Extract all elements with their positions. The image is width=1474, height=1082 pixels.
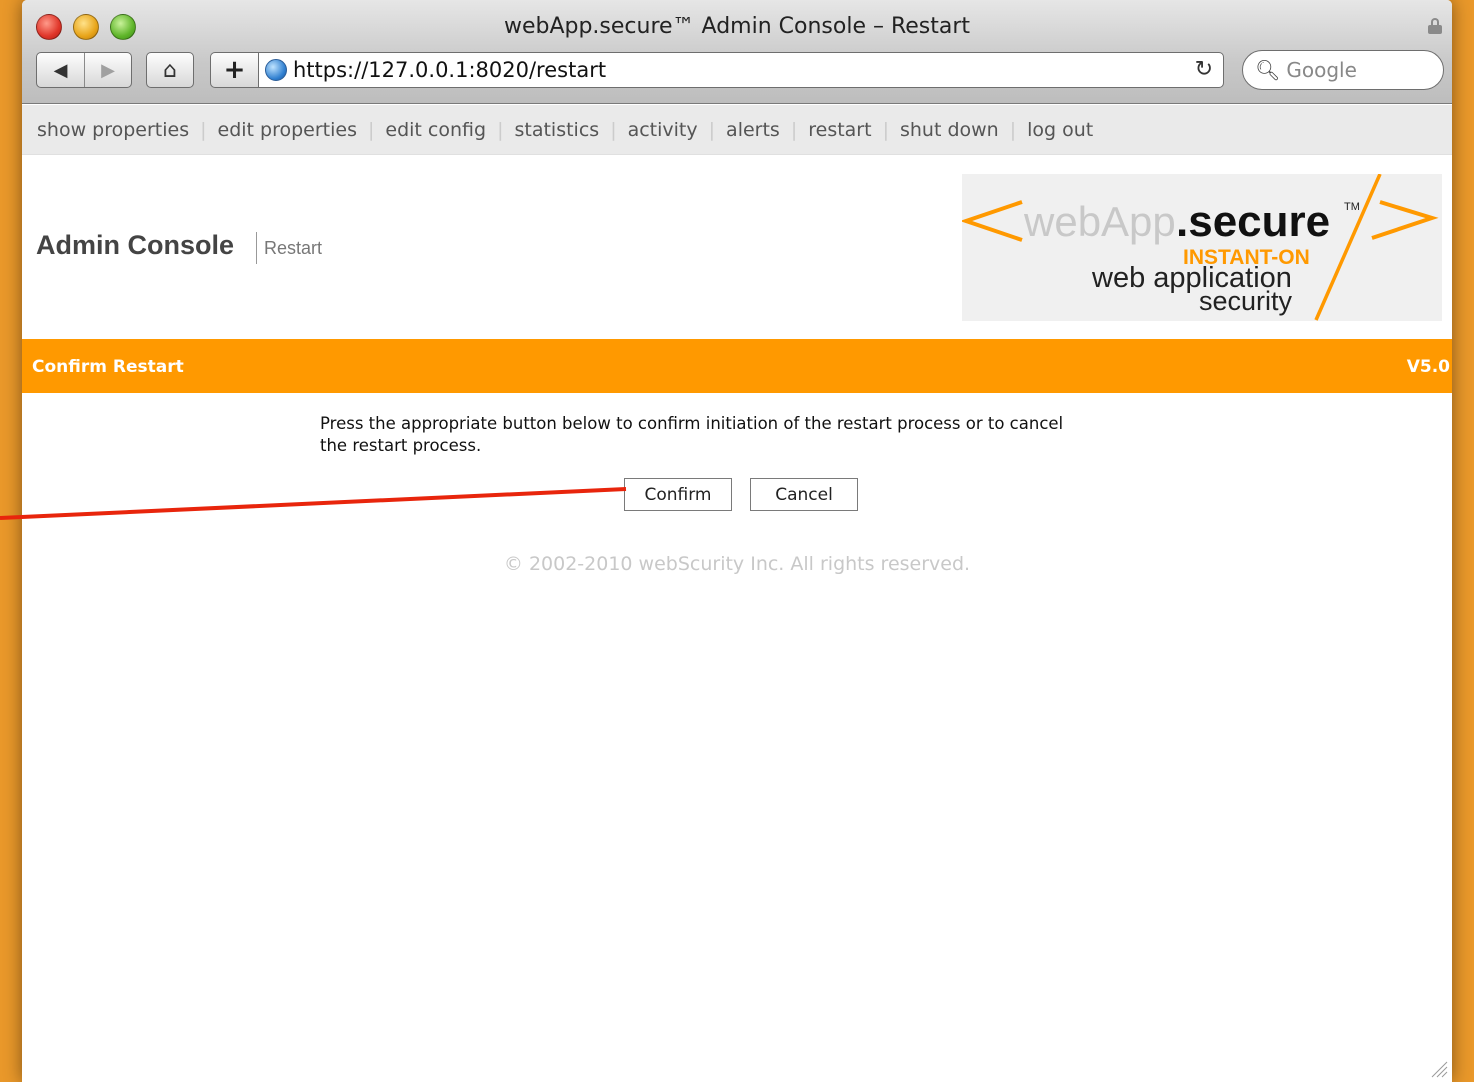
window-title: webApp.secure™ Admin Console – Restart xyxy=(503,14,971,39)
confirm-message: Press the appropriate button below to co… xyxy=(320,413,1150,457)
browser-window: webApp.secure™ Admin Console – Restart ◀… xyxy=(22,0,1452,1082)
logo-brand: webApp xyxy=(1023,198,1176,245)
message-line-2: the restart process. xyxy=(320,436,482,455)
resize-grip-icon[interactable] xyxy=(1428,1058,1448,1078)
cancel-button[interactable]: Cancel xyxy=(750,478,858,511)
nav-separator: | xyxy=(708,118,716,141)
logo-line2: security xyxy=(1199,286,1293,316)
url-field[interactable]: https://127.0.0.1:8020/restart xyxy=(293,58,606,82)
globe-icon xyxy=(265,59,287,81)
nav-separator: | xyxy=(497,118,504,141)
nav-restart[interactable]: restart xyxy=(808,119,871,141)
forward-arrow-icon[interactable]: ▶ xyxy=(83,53,131,87)
nav-separator: | xyxy=(882,118,889,141)
home-button[interactable]: ⌂ xyxy=(146,52,194,88)
lock-icon xyxy=(1428,18,1442,34)
main-content: Press the appropriate button below to co… xyxy=(22,393,1452,1082)
page-title: Admin Console xyxy=(36,230,235,260)
webapp-secure-logo: webApp .secure TM INSTANT-ON web applica… xyxy=(962,174,1442,321)
nav-edit-config[interactable]: edit config xyxy=(385,119,486,141)
back-arrow-icon[interactable]: ◀ xyxy=(37,53,84,87)
confirm-button[interactable]: Confirm xyxy=(624,478,732,511)
nav-separator: | xyxy=(790,118,798,141)
nav-edit-properties[interactable]: edit properties xyxy=(218,119,357,141)
search-icon: 🔍︎ xyxy=(1255,58,1281,82)
reload-icon[interactable]: ↻ xyxy=(1195,57,1213,82)
section-bar: Confirm Restart V5.0 xyxy=(22,339,1452,393)
page-subtitle: Restart xyxy=(264,238,323,258)
home-icon: ⌂ xyxy=(163,57,177,83)
address-bar[interactable]: https://127.0.0.1:8020/restart ↻ xyxy=(258,52,1224,88)
nav-show-properties[interactable]: show properties xyxy=(37,119,189,141)
browser-chrome: webApp.secure™ Admin Console – Restart ◀… xyxy=(22,0,1452,104)
nav-activity[interactable]: activity xyxy=(628,119,698,141)
page-header: Admin Console Restart webApp .secure TM … xyxy=(22,156,1452,339)
nav-separator: | xyxy=(368,118,375,141)
back-forward-group: ◀ ▶ xyxy=(36,52,132,88)
title-divider xyxy=(256,232,257,264)
copyright-text: © 2002-2010 webScurity Inc. All rights r… xyxy=(503,553,971,575)
message-line-1: Press the appropriate button below to co… xyxy=(320,414,1064,433)
nav-separator: | xyxy=(1009,118,1017,141)
nav-statistics[interactable]: statistics xyxy=(514,119,599,141)
version-label: V5.0 xyxy=(1406,357,1450,377)
add-bookmark-icon: + xyxy=(223,55,246,85)
admin-nav: show properties | edit properties | edit… xyxy=(22,105,1452,155)
logo-tm: TM xyxy=(1344,201,1360,213)
section-title: Confirm Restart xyxy=(32,357,184,377)
nav-shut-down[interactable]: shut down xyxy=(900,119,999,141)
logo-brand-bold: .secure xyxy=(1176,197,1330,246)
nav-separator: | xyxy=(610,118,617,141)
nav-separator: | xyxy=(200,118,207,141)
search-placeholder: Google xyxy=(1286,58,1357,82)
search-field[interactable]: 🔍︎ Google xyxy=(1242,50,1444,90)
nav-alerts[interactable]: alerts xyxy=(726,119,780,141)
nav-log-out[interactable]: log out xyxy=(1027,119,1093,141)
add-bookmark-button[interactable]: + xyxy=(210,52,258,88)
